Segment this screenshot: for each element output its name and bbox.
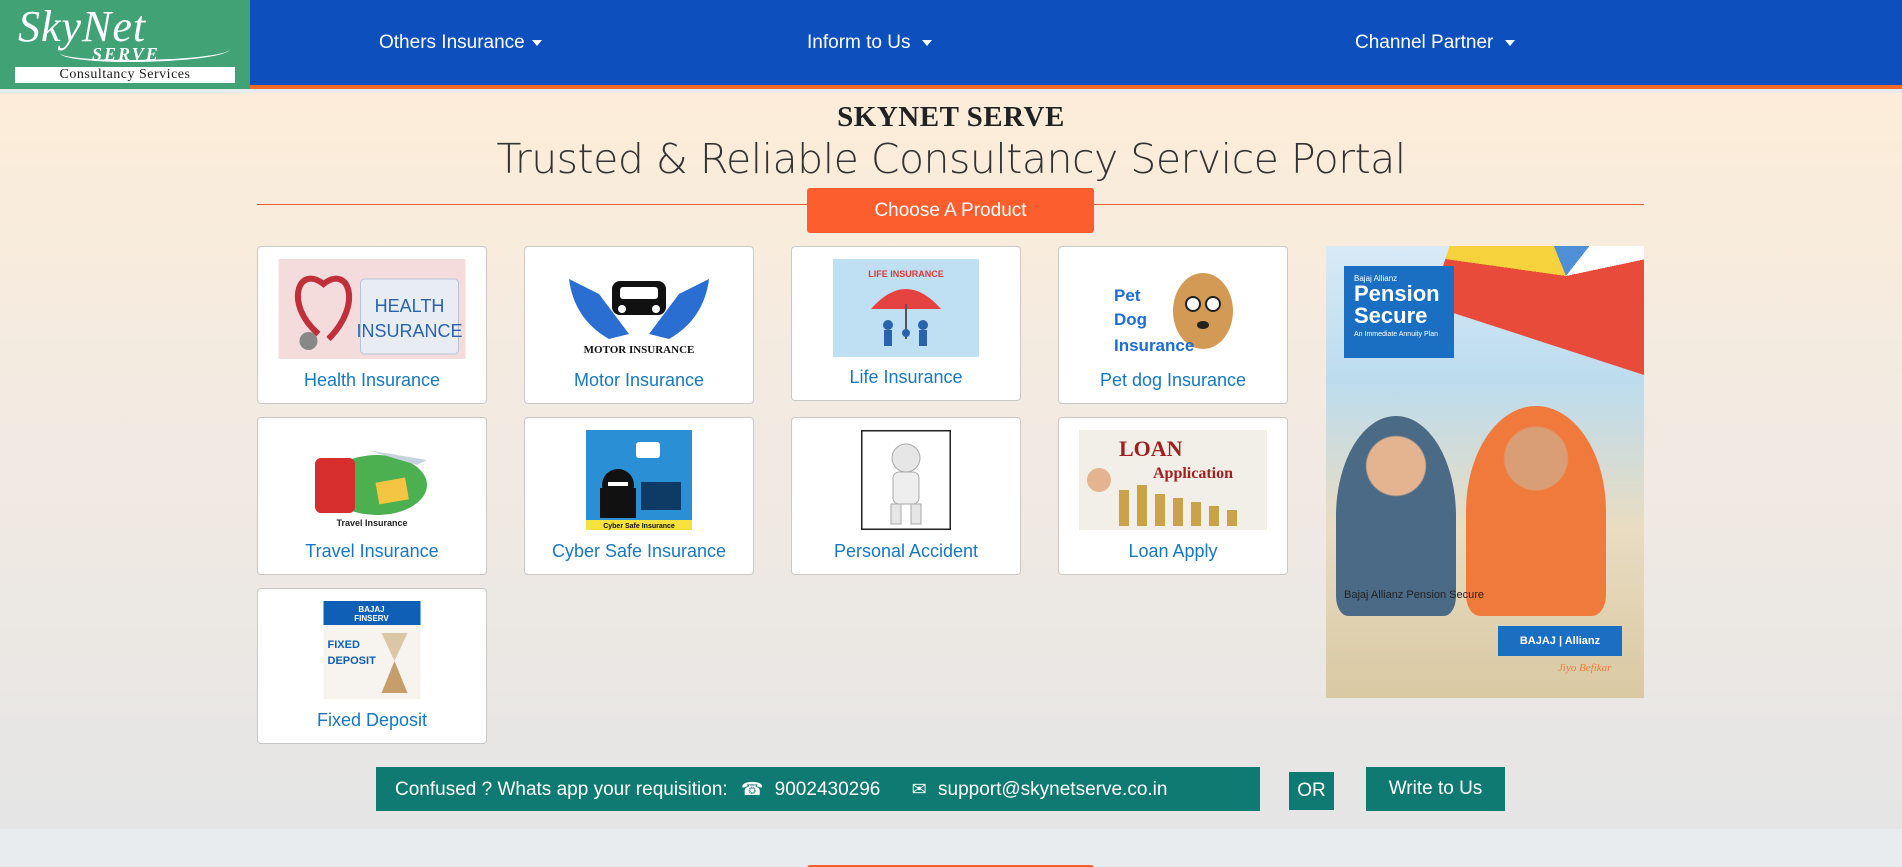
product-label: Fixed Deposit bbox=[316, 710, 428, 730]
product-label: Travel Insurance bbox=[305, 541, 439, 561]
svg-text:INSURANCE: INSURANCE bbox=[356, 321, 462, 341]
ad-person-woman bbox=[1336, 416, 1456, 616]
product-label: Health Insurance bbox=[303, 370, 441, 390]
svg-text:BAJAJ: BAJAJ bbox=[358, 605, 384, 614]
contact-phone[interactable]: 9002430296 bbox=[775, 779, 881, 800]
product-card-motor-insurance[interactable]: MOTOR INSURANCE Motor Insurance bbox=[524, 246, 754, 404]
contact-email[interactable]: support@skynetserve.co.in bbox=[938, 779, 1167, 800]
svg-text:Pet: Pet bbox=[1114, 286, 1141, 305]
product-card-travel-insurance[interactable]: Travel Insurance Travel Insurance bbox=[257, 417, 487, 575]
chevron-down-icon bbox=[531, 39, 542, 46]
product-label: Life Insurance bbox=[849, 367, 963, 387]
product-card-health-insurance[interactable]: HEALTH INSURANCE Health Insurance bbox=[257, 246, 487, 404]
product-card-life-insurance[interactable]: LIFE INSURANCE Life Insurance bbox=[791, 246, 1021, 401]
site-logo[interactable]: SkyNet SERVE Consultancy Services bbox=[0, 0, 250, 89]
svg-text:HEALTH: HEALTH bbox=[375, 296, 445, 316]
ad-title: Pension Secure bbox=[1354, 281, 1440, 328]
product-label: Loan Apply bbox=[1128, 541, 1218, 561]
product-card-fixed-deposit[interactable]: BAJAJ FINSERV FIXED DEPOSIT Fixed Deposi… bbox=[257, 588, 487, 744]
travel-insurance-image: Travel Insurance bbox=[307, 430, 437, 530]
page-subtitle: Trusted & Reliable Consultancy Service P… bbox=[496, 135, 1406, 183]
product-label: Motor Insurance bbox=[573, 370, 705, 390]
contact-prompt: Confused ? Whats app your requisition: bbox=[395, 779, 728, 800]
product-card-pet-dog-insurance[interactable]: Pet Dog Insurance Pet dog Insurance bbox=[1058, 246, 1288, 404]
product-card-personal-accident[interactable]: Personal Accident bbox=[791, 417, 1021, 575]
image-caption: LIFE INSURANCE bbox=[868, 269, 944, 279]
nav-inform-to-us-label: Inform to Us bbox=[807, 32, 911, 53]
nav-channel-partner[interactable]: Channel Partner bbox=[1355, 32, 1516, 54]
product-label: Pet dog Insurance bbox=[1099, 370, 1247, 390]
nav-others-insurance-label: Others Insurance bbox=[379, 32, 525, 53]
motor-insurance-image: MOTOR INSURANCE bbox=[554, 259, 724, 359]
personal-accident-image bbox=[861, 430, 951, 530]
nav-inform-to-us[interactable]: Inform to Us bbox=[807, 32, 933, 54]
main-section: SKYNET SERVE Trusted & Reliable Consulta… bbox=[0, 93, 1902, 829]
logo-serve-text: SERVE bbox=[92, 44, 160, 64]
umbrella-graphic bbox=[1430, 246, 1644, 380]
health-insurance-image: HEALTH INSURANCE bbox=[278, 259, 466, 359]
ad-tagline: An Immediate Annuity Plan bbox=[1354, 331, 1439, 338]
ad-person-man bbox=[1466, 406, 1606, 616]
svg-text:FIXED: FIXED bbox=[328, 639, 360, 651]
svg-text:Dog: Dog bbox=[1114, 310, 1147, 329]
phone-icon: ☎ bbox=[740, 779, 764, 799]
ad-caption: Bajaj Allianz Pension Secure bbox=[1344, 589, 1485, 601]
top-navbar: SkyNet SERVE Consultancy Services Others… bbox=[0, 0, 1902, 89]
loan-apply-image: LOAN Application bbox=[1079, 430, 1267, 530]
svg-text:Application: Application bbox=[1153, 465, 1233, 482]
svg-text:Insurance: Insurance bbox=[1114, 336, 1194, 355]
choose-product-button[interactable]: Choose A Product bbox=[807, 188, 1094, 233]
product-card-loan-apply[interactable]: LOAN Application Loan Apply bbox=[1058, 417, 1288, 575]
svg-text:DEPOSIT: DEPOSIT bbox=[328, 655, 377, 667]
logo-tagline: Consultancy Services bbox=[15, 67, 235, 83]
cyber-safe-insurance-image: Cyber Safe Insurance bbox=[586, 430, 692, 530]
fixed-deposit-image: BAJAJ FINSERV FIXED DEPOSIT bbox=[323, 601, 421, 699]
ad-logo: BAJAJ | Allianz bbox=[1498, 626, 1622, 656]
ad-title-box: Bajaj Allianz Pension Secure An Immediat… bbox=[1344, 266, 1454, 358]
or-separator: OR bbox=[1289, 772, 1334, 810]
product-label: Cyber Safe Insurance bbox=[551, 541, 727, 561]
svg-text:FINSERV: FINSERV bbox=[354, 614, 389, 623]
nav-others-insurance[interactable]: Others Insurance bbox=[379, 32, 542, 54]
pet-dog-insurance-image: Pet Dog Insurance bbox=[1108, 259, 1238, 359]
product-card-cyber-safe-insurance[interactable]: Cyber Safe Insurance Cyber Safe Insuranc… bbox=[524, 417, 754, 575]
brand-heading: SKYNET SERVE bbox=[837, 101, 1065, 133]
chevron-down-icon bbox=[922, 39, 933, 46]
write-to-us-button[interactable]: Write to Us bbox=[1366, 767, 1505, 811]
image-caption: MOTOR INSURANCE bbox=[584, 344, 695, 356]
image-caption: Cyber Safe Insurance bbox=[603, 523, 675, 530]
pension-secure-advertisement[interactable]: Bajaj Allianz Pension Secure An Immediat… bbox=[1326, 246, 1644, 698]
image-caption: Travel Insurance bbox=[336, 518, 407, 528]
nav-channel-partner-label: Channel Partner bbox=[1355, 32, 1494, 53]
chevron-down-icon bbox=[1505, 39, 1516, 46]
product-label: Personal Accident bbox=[833, 541, 979, 561]
life-insurance-image: LIFE INSURANCE bbox=[833, 259, 979, 357]
footer-strip bbox=[0, 829, 1902, 867]
ad-signature: Jiyo Befikar bbox=[1558, 662, 1612, 674]
contact-bar: Confused ? Whats app your requisition: ☎… bbox=[376, 767, 1260, 811]
envelope-icon: ✉ bbox=[911, 779, 927, 799]
svg-text:LOAN: LOAN bbox=[1119, 436, 1183, 461]
